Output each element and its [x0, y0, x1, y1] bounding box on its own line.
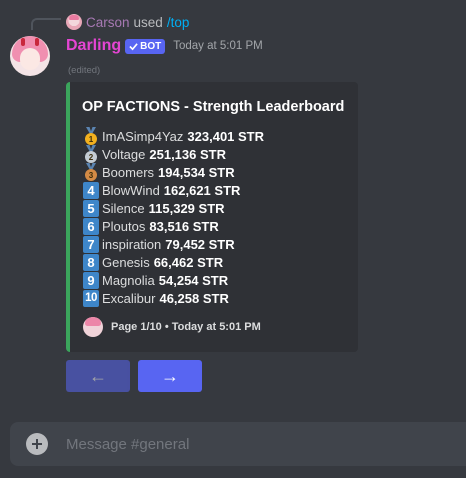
- reply-avatar[interactable]: [66, 14, 82, 30]
- next-page-button[interactable]: →: [138, 360, 202, 392]
- faction-name: Silence: [102, 200, 145, 216]
- reply-context[interactable]: Carson used /top: [66, 14, 189, 30]
- arrow-right-icon: →: [161, 365, 179, 386]
- faction-strength: 115,329 STR: [148, 200, 225, 216]
- avatar[interactable]: [10, 36, 50, 76]
- rank-keycap-icon: 5: [83, 199, 99, 217]
- username[interactable]: Darling: [66, 37, 121, 55]
- previous-page-button[interactable]: ←: [66, 360, 130, 392]
- rank-keycap-icon: 6: [83, 217, 99, 235]
- embed: OP FACTIONS - Strength Leaderboard 1 ImAS…: [66, 82, 358, 352]
- message-header: Darling BOT Today at 5:01 PM: [66, 37, 263, 55]
- faction-name: Genesis: [102, 254, 150, 270]
- bronze-medal-icon: 3: [83, 163, 99, 181]
- bot-badge: BOT: [125, 38, 166, 54]
- faction-name: Voltage: [102, 146, 146, 162]
- rank-keycap-icon: 7: [83, 235, 99, 253]
- footer-avatar-icon: [83, 317, 103, 337]
- leaderboard-list: 1 ImASimp4Yaz 323,401 STR 2 Voltage 251,136 S…: [83, 127, 264, 307]
- reply-command[interactable]: /top: [167, 15, 190, 30]
- leaderboard-row: 4 BlowWind 162,621 STR: [83, 181, 264, 199]
- leaderboard-row: 6 Ploutos 83,516 STR: [83, 217, 264, 235]
- faction-strength: 162,621 STR: [163, 182, 241, 198]
- avatar-horn: [21, 38, 25, 46]
- leaderboard-row: 8 Genesis 66,462 STR: [83, 253, 264, 271]
- faction-strength: 66,462 STR: [153, 254, 224, 270]
- faction-strength: 46,258 STR: [159, 290, 229, 306]
- faction-name: Ploutos: [102, 218, 146, 234]
- leaderboard-row: 1 ImASimp4Yaz 323,401 STR: [83, 127, 264, 145]
- gold-medal-icon: 1: [83, 127, 99, 145]
- timestamp[interactable]: Today at 5:01 PM: [173, 40, 263, 52]
- rank-keycap-icon: 8: [83, 253, 99, 271]
- message-input[interactable]: [66, 435, 446, 453]
- reply-username[interactable]: Carson: [86, 15, 130, 30]
- faction-name: inspiration: [102, 236, 162, 252]
- checkmark-icon: [129, 42, 138, 50]
- leaderboard-row: 3 Boomers 194,534 STR: [83, 163, 264, 181]
- faction-name: Boomers: [102, 164, 155, 180]
- avatar-horn: [35, 38, 39, 46]
- plus-icon[interactable]: [26, 433, 48, 455]
- embed-title: OP FACTIONS - Strength Leaderboard: [82, 99, 345, 115]
- rank-keycap-icon: 9: [83, 271, 99, 289]
- embed-footer: Page 1/10 • Today at 5:01 PM: [83, 317, 261, 337]
- footer-text: Page 1/10 • Today at 5:01 PM: [111, 321, 261, 333]
- leaderboard-row: 5 Silence 115,329 STR: [83, 199, 264, 217]
- message-composer: [10, 422, 466, 466]
- leaderboard-row: 7 inspiration 79,452 STR: [83, 235, 264, 253]
- rank-keycap-icon: 10: [83, 289, 99, 307]
- avatar-face: [20, 48, 40, 70]
- faction-name: Excalibur: [102, 290, 156, 306]
- faction-strength: 323,401 STR: [187, 128, 265, 144]
- leaderboard-row: 2 Voltage 251,136 STR: [83, 145, 264, 163]
- faction-name: ImASimp4Yaz: [102, 128, 184, 144]
- faction-strength: 251,136 STR: [149, 146, 226, 162]
- silver-medal-icon: 2: [83, 145, 99, 163]
- faction-name: Magnolia: [102, 272, 155, 288]
- edited-marker: (edited): [68, 65, 101, 76]
- leaderboard-row: 10 Excalibur 46,258 STR: [83, 289, 264, 307]
- faction-strength: 79,452 STR: [165, 236, 235, 252]
- faction-strength: 83,516 STR: [149, 218, 219, 234]
- faction-strength: 54,254 STR: [158, 272, 229, 288]
- reply-connector: [31, 18, 61, 30]
- reply-used-text: used: [133, 14, 163, 30]
- faction-strength: 194,534 STR: [158, 164, 235, 180]
- leaderboard-row: 9 Magnolia 54,254 STR: [83, 271, 264, 289]
- arrow-left-icon: ←: [89, 365, 107, 386]
- bot-badge-label: BOT: [140, 40, 162, 52]
- faction-name: BlowWind: [102, 182, 160, 198]
- rank-keycap-icon: 4: [83, 181, 99, 199]
